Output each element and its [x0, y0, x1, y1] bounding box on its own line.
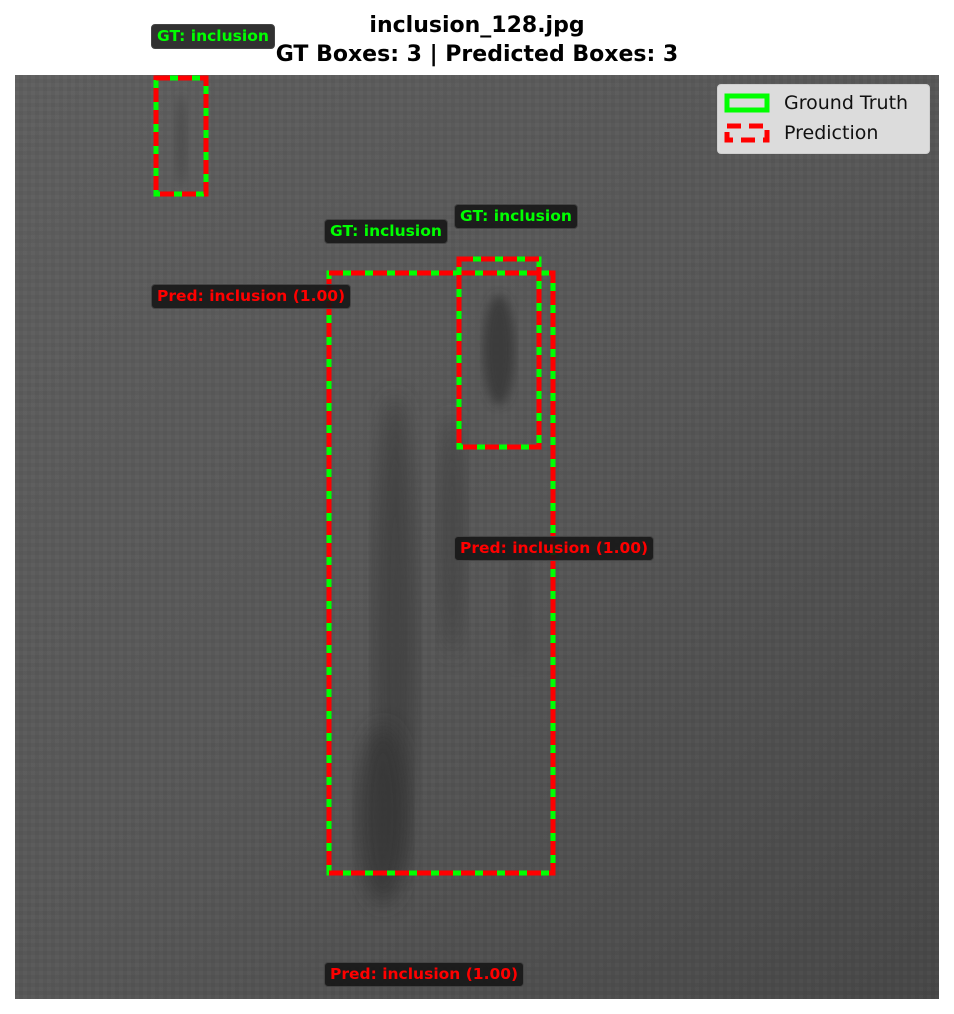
pred-label-3: Pred: inclusion (1.00)	[324, 962, 525, 987]
image-filename-title: inclusion_128.jpg	[369, 13, 585, 38]
box-count-subtitle: GT Boxes: 3 | Predicted Boxes: 3	[275, 42, 679, 67]
gt-label-1: GT: inclusion	[151, 24, 275, 49]
prediction-swatch-icon	[724, 123, 770, 143]
legend-label-prediction: Prediction	[784, 122, 879, 144]
pred-label-1: Pred: inclusion (1.00)	[151, 284, 352, 309]
gt-label-3: GT: inclusion	[454, 204, 578, 229]
legend-item-ground-truth: Ground Truth	[724, 91, 908, 115]
ground-truth-swatch-icon	[724, 93, 770, 113]
gt-label-2: GT: inclusion	[324, 219, 448, 244]
legend-label-ground-truth: Ground Truth	[784, 92, 909, 114]
pred-label-2: Pred: inclusion (1.00)	[454, 536, 655, 561]
legend: Ground Truth Prediction	[717, 84, 930, 154]
legend-item-prediction: Prediction	[724, 121, 878, 145]
